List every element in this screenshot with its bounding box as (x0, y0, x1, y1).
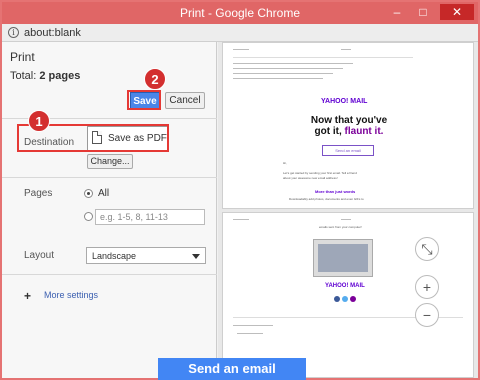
meta-line (233, 78, 323, 79)
zoom-out-icon[interactable]: − (415, 303, 439, 327)
headline-part: got it, (314, 126, 345, 137)
send-email-banner[interactable]: Send an email (158, 358, 306, 380)
cancel-button[interactable]: Cancel (165, 92, 205, 109)
preview-headline: Now that you've got it, flaunt it. (283, 115, 415, 137)
pages-custom-radio[interactable] (84, 212, 93, 221)
meta-line (233, 73, 333, 74)
fit-to-page-icon[interactable]: ⤡ (415, 237, 439, 261)
more-settings-link[interactable]: More settings (44, 290, 98, 300)
print-settings-panel: Print Total: 2 pages Save Cancel Destina… (2, 42, 217, 378)
print-title: Print (10, 50, 35, 64)
header-line (341, 219, 351, 220)
preview-body-1: Let's get started by sending your first … (283, 171, 357, 175)
change-destination-button[interactable]: Change... (87, 154, 133, 169)
divider (2, 177, 217, 178)
layout-select[interactable]: Landscape (86, 247, 206, 264)
chevron-down-icon (192, 254, 200, 259)
headline-flaunt: flaunt it. (344, 126, 384, 137)
divider (2, 274, 217, 275)
layout-value: Landscape (92, 251, 137, 261)
minimize-button[interactable]: – (386, 4, 408, 20)
info-icon[interactable]: i (8, 27, 19, 38)
layout-label: Layout (24, 250, 55, 261)
total-value: 2 pages (39, 70, 81, 82)
pages-all-label: All (98, 188, 110, 199)
total-pages: Total: 2 pages (10, 70, 80, 82)
twitter-icon (342, 296, 348, 302)
preview-page2-top: emails sent from your computer! (319, 225, 362, 229)
callout-badge-1: 1 (28, 110, 50, 132)
address-bar: i about:blank (2, 24, 478, 42)
header-line (341, 49, 351, 50)
headline-line-2: got it, flaunt it. (283, 126, 415, 137)
zoom-in-icon[interactable]: + (415, 275, 439, 299)
yahoo-mail-logo: YAHOO! MAIL (321, 98, 368, 105)
pages-all-radio[interactable] (84, 189, 93, 198)
preview-page-2: emails sent from your computer! YAHOO! M… (222, 212, 474, 378)
meta-line (233, 68, 343, 69)
pages-input[interactable]: e.g. 1-5, 8, 11-13 (95, 209, 205, 225)
save-callout-box (127, 90, 161, 110)
preview-send-button: Send an email (322, 145, 374, 156)
laptop-screen (318, 244, 368, 272)
plus-icon[interactable]: + (24, 289, 31, 303)
footer-line (237, 333, 263, 334)
address-url[interactable]: about:blank (24, 27, 81, 39)
header-rule (233, 57, 413, 58)
pages-label: Pages (24, 188, 53, 199)
yahoo-mail-logo-2: YAHOO! MAIL (325, 283, 365, 289)
footer-line (233, 325, 273, 326)
total-prefix: Total: (10, 70, 40, 82)
preview-hi: Hi, (283, 161, 287, 165)
title-bar: Print - Google Chrome – □ ✕ (2, 2, 478, 24)
laptop-image (313, 239, 373, 277)
header-line (233, 219, 249, 220)
preview-more-words: More than just words (315, 189, 356, 194)
preview-page-1: YAHOO! MAIL Now that you've got it, flau… (222, 42, 474, 209)
tumblr-icon (350, 296, 356, 302)
preview-body-2: about your awesome new email address! (283, 176, 338, 180)
chrome-window: Print - Google Chrome – □ ✕ i about:blan… (0, 0, 480, 380)
preview-body-3: Downloadably add photos, documents and e… (289, 197, 364, 201)
print-preview: YAHOO! MAIL Now that you've got it, flau… (218, 42, 478, 378)
callout-badge-2: 2 (144, 68, 166, 90)
meta-line (233, 63, 353, 64)
close-button[interactable]: ✕ (440, 4, 474, 20)
facebook-icon (334, 296, 340, 302)
maximize-button[interactable]: □ (412, 4, 434, 20)
header-line (233, 49, 249, 50)
headline-line-1: Now that you've (310, 115, 388, 126)
